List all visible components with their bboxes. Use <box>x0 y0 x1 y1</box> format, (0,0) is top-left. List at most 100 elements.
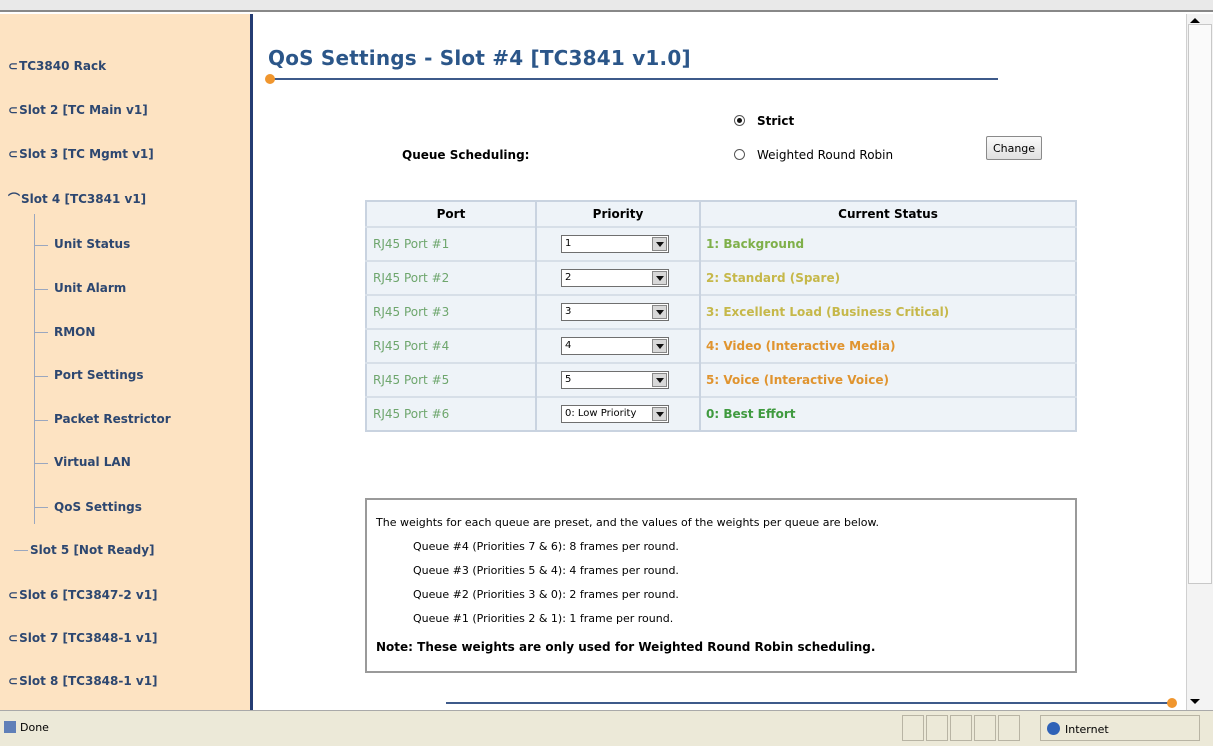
radio-weighted-round-robin[interactable]: Weighted Round Robin <box>734 148 893 162</box>
collapse-icon: ⊂ <box>8 103 19 117</box>
port-cell: RJ45 Port #2 <box>366 260 537 295</box>
nav-item-packet-restrictor[interactable]: Packet Restrictor <box>54 412 171 426</box>
priority-select[interactable]: 2 <box>561 269 669 287</box>
dropdown-arrow-icon[interactable] <box>652 237 667 251</box>
left-navigation-tree: ⊂TC3840 Rack ⊂Slot 2 [TC Main v1] ⊂Slot … <box>0 14 253 710</box>
status-text: Done <box>4 721 49 734</box>
priority-select[interactable]: 1 <box>561 235 669 253</box>
nav-item-slot-7[interactable]: ⊂Slot 7 [TC3848-1 v1] <box>8 631 158 645</box>
nav-item-virtual-lan[interactable]: Virtual LAN <box>54 455 131 469</box>
priority-value: 1 <box>565 238 572 249</box>
table-row: RJ45 Port #1 1 1: Background <box>366 226 1076 261</box>
status-done-label: Done <box>20 721 49 734</box>
nav-item-slot-2[interactable]: ⊂Slot 2 [TC Main v1] <box>8 103 148 117</box>
collapse-icon: ⊂ <box>8 147 19 161</box>
nav-item-slot-3[interactable]: ⊂Slot 3 [TC Mgmt v1] <box>8 147 154 161</box>
status-pane <box>974 715 996 741</box>
dropdown-arrow-icon[interactable] <box>652 373 667 387</box>
tree-line <box>34 289 48 290</box>
nav-item-slot-5[interactable]: Slot 5 [Not Ready] <box>30 543 155 557</box>
priority-value: 5 <box>565 374 572 385</box>
radio-strict-input[interactable] <box>734 115 745 126</box>
nav-item-label: Slot 8 [TC3848-1 v1] <box>19 674 158 688</box>
browser-status-bar: Done Internet <box>0 710 1213 746</box>
table-header-row: Port Priority Current Status <box>366 201 1076 227</box>
table-row: RJ45 Port #2 2 2: Standard (Spare) <box>366 260 1076 295</box>
scrollbar-thumb[interactable] <box>1188 24 1212 584</box>
priority-value: 3 <box>565 306 572 317</box>
port-cell: RJ45 Port #6 <box>366 396 537 431</box>
column-header-priority: Priority <box>536 201 701 227</box>
tree-line <box>14 550 28 551</box>
scroll-up-arrow-icon[interactable] <box>1190 18 1200 23</box>
radio-wrr-label: Weighted Round Robin <box>757 148 894 162</box>
radio-strict-label: Strict <box>757 114 795 128</box>
divider-dot <box>265 74 275 84</box>
nav-item-port-settings[interactable]: Port Settings <box>54 368 144 382</box>
priority-cell: 3 <box>536 294 701 329</box>
status-pane <box>998 715 1020 741</box>
globe-icon <box>1047 722 1060 735</box>
nav-item-slot-8[interactable]: ⊂Slot 8 [TC3848-1 v1] <box>8 674 158 688</box>
browser-top-chrome <box>0 0 1213 12</box>
queue-weight-line: Queue #3 (Priorities 5 & 4): 4 frames pe… <box>413 564 679 577</box>
queue-weight-line: Queue #1 (Priorities 2 & 1): 1 frame per… <box>413 612 674 625</box>
status-cell: 5: Voice (Interactive Voice) <box>700 362 1076 397</box>
expand-icon: ⌒ <box>8 192 21 206</box>
tree-line <box>34 214 35 524</box>
queue-scheduling-label: Queue Scheduling: <box>402 148 530 162</box>
tree-line <box>34 332 48 333</box>
nav-item-unit-alarm[interactable]: Unit Alarm <box>54 281 126 295</box>
status-cell: 1: Background <box>700 226 1076 261</box>
nav-item-label: Slot 4 [TC3841 v1] <box>21 192 147 206</box>
priority-cell: 1 <box>536 226 701 261</box>
column-header-port: Port <box>366 201 537 227</box>
browser-window: ⊂TC3840 Rack ⊂Slot 2 [TC Main v1] ⊂Slot … <box>0 0 1213 746</box>
nav-item-label: TC3840 Rack <box>19 59 107 73</box>
port-cell: RJ45 Port #4 <box>366 328 537 363</box>
nav-item-unit-status[interactable]: Unit Status <box>54 237 130 251</box>
scroll-down-arrow-icon[interactable] <box>1190 699 1200 704</box>
priority-cell: 5 <box>536 362 701 397</box>
status-cell: 2: Standard (Spare) <box>700 260 1076 295</box>
dropdown-arrow-icon[interactable] <box>652 339 667 353</box>
table-row: RJ45 Port #5 5 5: Voice (Interactive Voice… <box>366 362 1076 397</box>
main-content: QoS Settings - Slot #4 [TC3841 v1.0] Que… <box>256 14 1186 710</box>
bottom-divider <box>446 702 1172 704</box>
radio-wrr-input[interactable] <box>734 149 745 160</box>
port-cell: RJ45 Port #3 <box>366 294 537 329</box>
nav-item-slot-6[interactable]: ⊂Slot 6 [TC3847-2 v1] <box>8 588 158 602</box>
port-priority-table: Port Priority Current Status RJ45 Port #… <box>365 200 1077 432</box>
dropdown-arrow-icon[interactable] <box>652 407 667 421</box>
priority-cell: 0: Low Priority <box>536 396 701 431</box>
status-pane <box>950 715 972 741</box>
nav-item-label: Slot 6 [TC3847-2 v1] <box>19 588 158 602</box>
vertical-scrollbar[interactable] <box>1186 14 1213 710</box>
weights-note: Note: These weights are only used for We… <box>376 640 876 654</box>
table-row: RJ45 Port #6 0: Low Priority 0: Best Effor… <box>366 396 1076 431</box>
change-button[interactable]: Change <box>986 136 1042 160</box>
divider-dot <box>1167 698 1177 708</box>
zone-label: Internet <box>1065 723 1109 736</box>
weights-info-box: The weights for each queue are preset, a… <box>365 498 1077 673</box>
tree-line <box>34 463 48 464</box>
nav-item-slot-4[interactable]: ⌒Slot 4 [TC3841 v1] <box>8 190 146 207</box>
dropdown-arrow-icon[interactable] <box>652 305 667 319</box>
tree-line <box>34 376 48 377</box>
nav-item-qos-settings[interactable]: QoS Settings <box>54 500 142 514</box>
collapse-icon: ⊂ <box>8 588 19 602</box>
radio-strict[interactable]: Strict <box>734 114 794 128</box>
weights-intro: The weights for each queue are preset, a… <box>376 516 880 529</box>
dropdown-arrow-icon[interactable] <box>652 271 667 285</box>
priority-value: 4 <box>565 340 572 351</box>
nav-item-rmon[interactable]: RMON <box>54 325 95 339</box>
priority-select[interactable]: 0: Low Priority <box>561 405 669 423</box>
priority-select[interactable]: 4 <box>561 337 669 355</box>
priority-select[interactable]: 5 <box>561 371 669 389</box>
priority-select[interactable]: 3 <box>561 303 669 321</box>
tree-line <box>34 245 48 246</box>
priority-cell: 4 <box>536 328 701 363</box>
status-pane <box>926 715 948 741</box>
nav-item-tc3840-rack[interactable]: ⊂TC3840 Rack <box>8 59 106 73</box>
status-cell: 3: Excellent Load (Business Critical) <box>700 294 1076 329</box>
